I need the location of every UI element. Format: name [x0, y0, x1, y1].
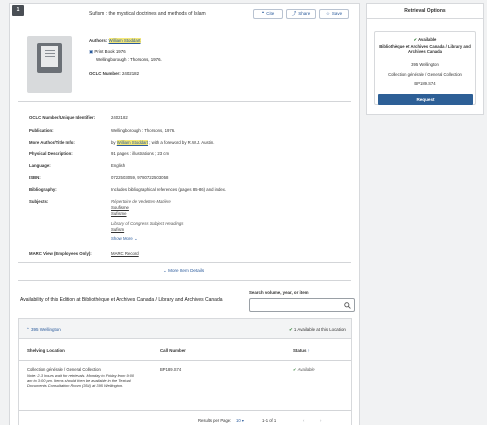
print-book-icon: ▣ — [89, 49, 94, 54]
subject-link[interactable]: Sufisme — [111, 211, 127, 216]
more-item-details-button[interactable]: ⌄ More Item Details — [163, 268, 204, 274]
detail-value: English — [111, 163, 126, 168]
retrieval-note: Note: 2-3 hours wait for retrievals. Mon… — [27, 373, 135, 388]
save-label: Save — [331, 11, 343, 17]
call-number: BP189.S74 — [414, 81, 436, 86]
publisher-line: Wellingborough : Thorsons, 1976. — [96, 57, 162, 62]
availability-status: ✔ Available — [375, 37, 475, 42]
marc-record-link[interactable]: MARC Record — [111, 251, 139, 256]
format-text: Print Book 1976 — [94, 49, 126, 54]
item-status-text: Available — [297, 367, 315, 372]
detail-label: OCLC Number/Unique Identifier: — [29, 115, 96, 120]
share-icon: ⤴ — [291, 11, 297, 17]
record-index: 1 — [12, 5, 24, 16]
column-header-call-number[interactable]: Call Number — [160, 348, 186, 354]
authors-label: Authors: — [89, 38, 108, 43]
sort-arrow-icon: ↑ — [307, 348, 310, 353]
share-button[interactable]: ⤴ Share — [286, 9, 316, 19]
location-name: 395 Wellington — [31, 327, 61, 332]
detail-value: 91 pages : illustrations ; 23 cm — [111, 151, 170, 156]
format-row: ▣ Print Book 1976 — [89, 49, 126, 55]
search-icon[interactable] — [344, 302, 351, 309]
divider — [18, 262, 351, 263]
detail-label: Publication: — [29, 128, 54, 133]
chevron-up-icon: ⌃ — [26, 327, 30, 332]
show-more-label: Show More — [111, 236, 133, 241]
share-label: Share — [298, 11, 311, 17]
search-input[interactable] — [249, 298, 355, 312]
library-name: Bibliothèque et Archives Canada / Librar… — [379, 44, 471, 55]
column-header-status[interactable]: Status ↑ — [293, 348, 310, 354]
record-actions: ❝ Cite ⤴ Share ☆ Save — [253, 9, 349, 19]
detail-label: Subjects: — [29, 199, 49, 204]
oclc-row: OCLC Number: 2402182 — [89, 71, 139, 77]
check-icon: ✔ — [413, 37, 418, 42]
oclc-value: 2402182 — [121, 71, 140, 76]
detail-label: Physical Description: — [29, 151, 73, 156]
subject-heading: Répertoire de Vedettes-Matière — [111, 199, 171, 204]
caret-down-icon: ▾ — [241, 418, 244, 423]
detail-label: Bibliography: — [29, 187, 57, 192]
detail-value: Wellingborough : Thorsons, 1976. — [111, 128, 176, 133]
detail-label: ISBN: — [29, 175, 41, 180]
collection-name: Collection générale / General Collection — [388, 72, 462, 77]
library-address: 395 Wellington — [411, 62, 439, 67]
availability-status-text: Available — [418, 37, 437, 42]
search-label: Search volume, year, or item — [249, 290, 309, 295]
chevron-down-icon: ⌄ — [133, 236, 138, 241]
show-more-button[interactable]: Show More ⌄ — [111, 236, 138, 241]
subject-link[interactable]: Soufisme — [111, 205, 129, 210]
retrieval-card: ✔ Available Bibliothèque et Archives Can… — [374, 31, 476, 105]
divider — [18, 101, 351, 102]
results-per-page-label: Results per Page: — [198, 418, 232, 423]
subject-heading: Library of Congress Subject Headings — [111, 221, 184, 226]
next-page-icon[interactable]: › — [320, 418, 321, 423]
oclc-label: OCLC Number: — [89, 71, 121, 76]
results-per-page-value: 10 — [236, 418, 241, 423]
detail-value: 0722503059, 9780722503058 — [111, 175, 169, 180]
detail-value: by William Stoddart ; with a foreword by… — [111, 140, 214, 145]
check-icon: ✔ — [289, 327, 293, 332]
detail-label: Language: — [29, 163, 51, 168]
page-range: 1-1 of 1 — [262, 418, 277, 423]
detail-value: 2402182 — [111, 115, 128, 120]
more-details-label: More Item Details — [168, 268, 205, 273]
star-icon: ☆ — [325, 11, 330, 17]
location-header: ⌃ 395 Wellington ✔ 1 Available at this L… — [19, 319, 351, 339]
location-status: ✔ 1 Available at this Location — [289, 327, 346, 333]
cite-button[interactable]: ❝ Cite — [253, 9, 283, 19]
cite-label: Cite — [266, 11, 275, 17]
shelving-location: Collection générale / General Collection — [27, 367, 101, 372]
results-per-page-select[interactable]: 10 ▾ — [236, 418, 244, 423]
authors-row: Authors: William Stoddart — [89, 38, 141, 44]
retrieval-options-title: Retrieval Options — [367, 4, 483, 19]
record-title[interactable]: Sufism : the mystical doctrines and meth… — [89, 11, 206, 17]
quote-icon: ❝ — [261, 11, 265, 17]
status-header-label: Status — [293, 348, 307, 353]
author-link[interactable]: William Stoddart — [116, 140, 149, 145]
detail-label: MARC View (Employees Only): — [29, 251, 92, 256]
save-button[interactable]: ☆ Save — [319, 9, 349, 19]
subject-link[interactable]: Sufism — [111, 227, 124, 232]
divider — [19, 410, 351, 411]
divider — [18, 280, 351, 281]
location-status-text: 1 Available at this Location — [293, 327, 346, 332]
prev-page-icon[interactable]: ‹ — [303, 418, 304, 423]
call-number: BP189.S74 — [160, 367, 182, 372]
item-status: ✔ Available — [293, 367, 315, 372]
detail-label: More Author/Title Info: — [29, 140, 75, 145]
availability-title: Availability of this Edition at Biblioth… — [20, 297, 223, 303]
detail-text: by — [111, 140, 117, 145]
author-link[interactable]: William Stoddart — [108, 38, 141, 43]
detail-text: ; with a foreword by R.W.J. Austin. — [148, 140, 215, 145]
location-toggle[interactable]: ⌃ 395 Wellington — [26, 327, 61, 333]
book-icon — [37, 43, 62, 73]
divider — [19, 360, 351, 361]
request-button[interactable]: Request — [378, 94, 473, 105]
chevron-down-icon: ⌄ — [163, 268, 167, 273]
detail-value: Includes bibliographical references (pag… — [111, 187, 227, 192]
retrieval-options-panel: Retrieval Options ✔ Available Bibliothèq… — [366, 3, 484, 115]
column-header-shelving[interactable]: Shelving Location — [27, 348, 65, 354]
check-icon: ✔ — [293, 367, 297, 372]
